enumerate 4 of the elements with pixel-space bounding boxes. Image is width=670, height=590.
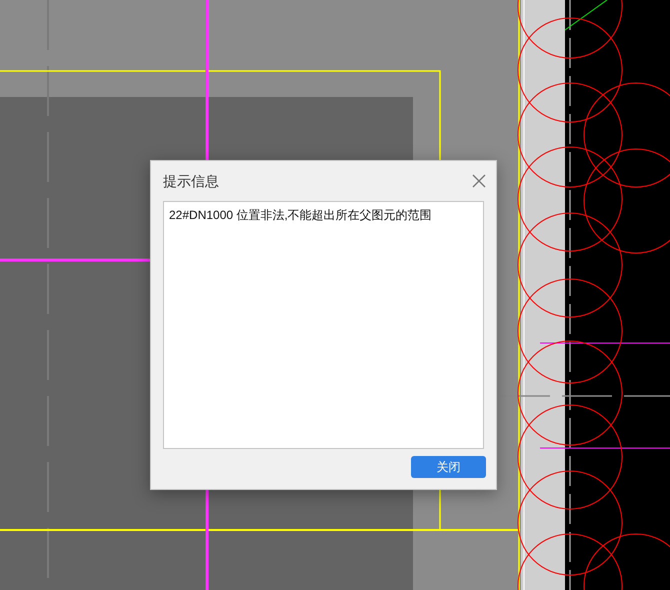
close-icon[interactable] — [472, 174, 486, 188]
close-button[interactable]: 关闭 — [411, 456, 486, 478]
message-text-area[interactable]: 22#DN1000 位置非法,不能超出所在父图元的范围 — [163, 201, 484, 449]
dialog-title: 提示信息 — [163, 172, 219, 190]
